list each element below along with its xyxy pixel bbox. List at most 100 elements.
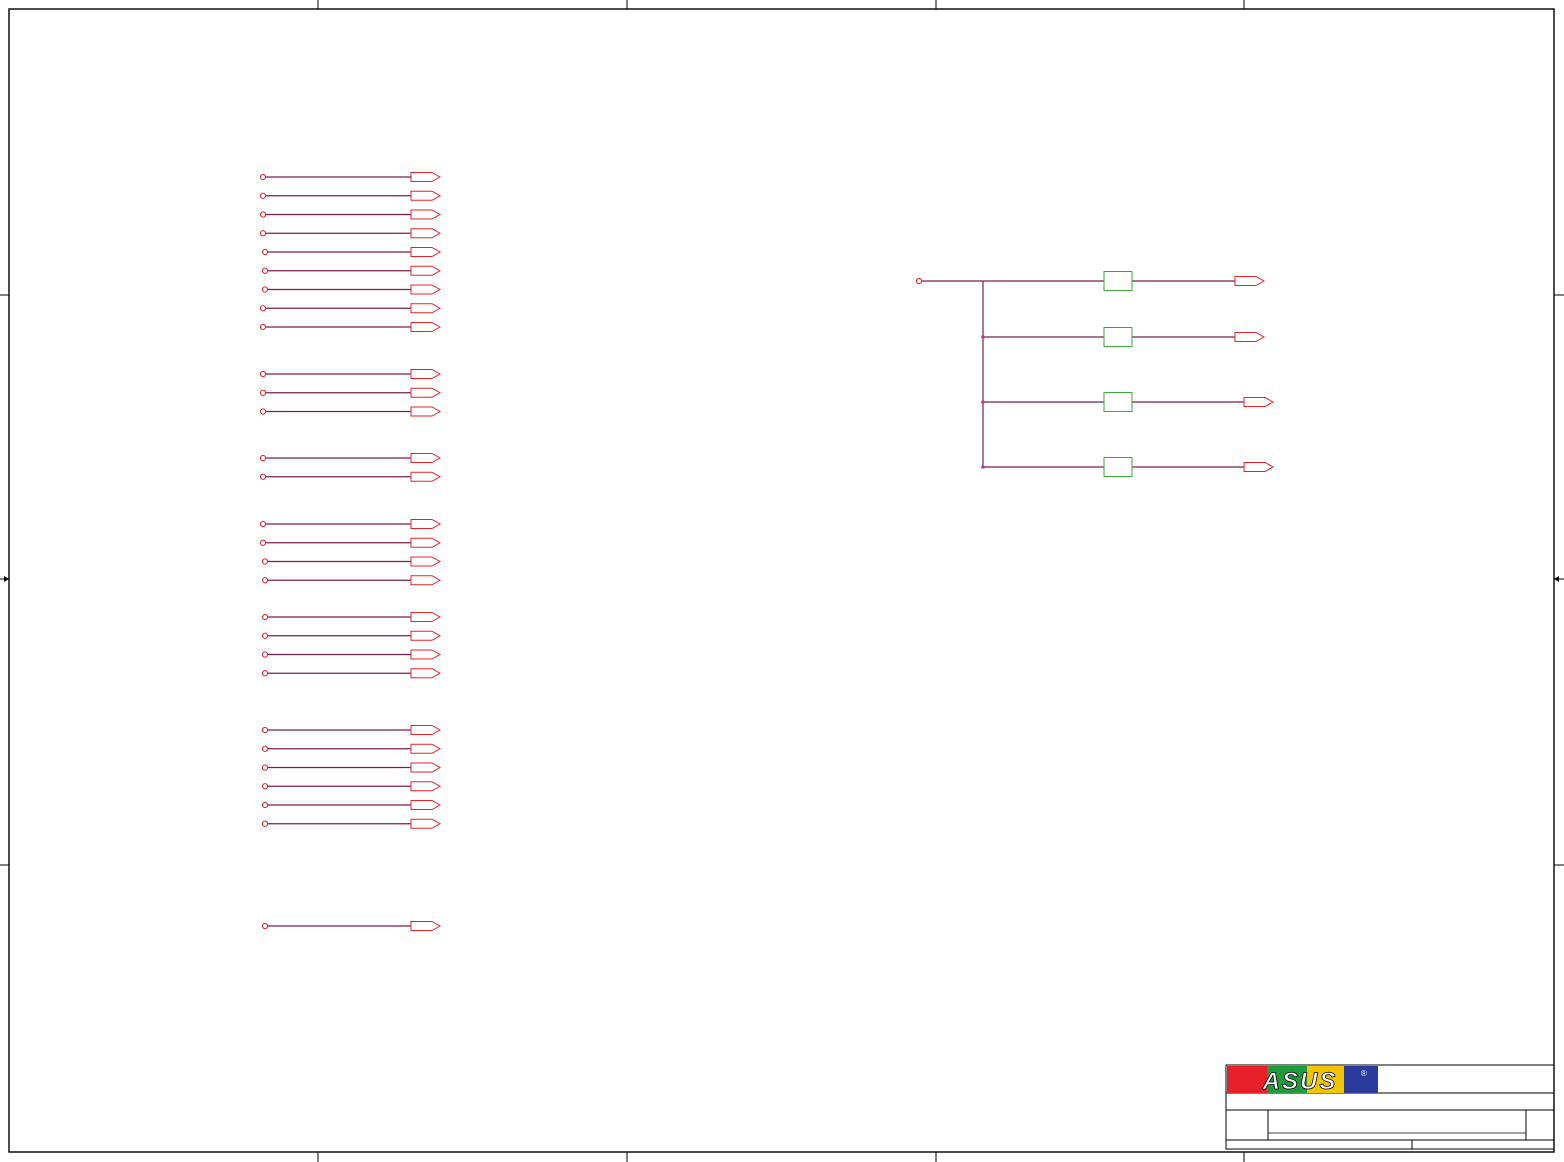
- net-row: [259, 369, 442, 379]
- off-page-port: [410, 537, 442, 548]
- branch: [983, 271, 1266, 291]
- net-pin: [261, 613, 269, 621]
- component-box: [1103, 271, 1133, 291]
- net-row: [259, 519, 442, 529]
- net-row: [259, 471, 442, 482]
- net-row: [259, 303, 442, 314]
- net-pin: [261, 651, 269, 658]
- net-row: [259, 406, 442, 417]
- off-page-port: [410, 303, 442, 314]
- title-block: ASUS ®: [1225, 1064, 1555, 1150]
- net-pin: [261, 922, 269, 930]
- net-row: [261, 247, 442, 257]
- net-row: [261, 284, 442, 295]
- net-row: [261, 743, 442, 754]
- off-page-port: [1234, 276, 1266, 286]
- net-row: [261, 265, 442, 276]
- schematic-sheet: ASUS ®: [0, 0, 1564, 1162]
- net-pin: [259, 520, 267, 528]
- net-row: [259, 537, 442, 548]
- net-pin: [261, 820, 269, 827]
- net-pin: [259, 454, 267, 462]
- net-row: [261, 762, 442, 773]
- component-box: [1103, 457, 1133, 477]
- net-row: [259, 387, 442, 398]
- off-page-port: [410, 725, 442, 735]
- off-page-port: [410, 471, 442, 482]
- left-net-list: [259, 172, 442, 931]
- net-pin: [261, 248, 269, 256]
- net-row: [261, 575, 442, 586]
- logo-text: ASUS: [1262, 1068, 1338, 1095]
- net-pin: [261, 286, 269, 293]
- off-page-port: [410, 190, 442, 201]
- net-row: [261, 921, 442, 931]
- net-pin: [261, 726, 269, 734]
- net-row: [261, 649, 442, 660]
- component-box: [1103, 392, 1133, 412]
- off-page-port: [1243, 462, 1275, 472]
- net-row: [259, 228, 442, 239]
- off-page-port: [410, 556, 442, 567]
- off-page-port: [410, 818, 442, 829]
- off-page-port: [410, 369, 442, 379]
- off-page-port: [410, 172, 442, 182]
- net-pin: [259, 211, 267, 218]
- off-page-port: [1234, 332, 1266, 342]
- junction-dot: [981, 465, 985, 469]
- net-row: [261, 668, 442, 679]
- input-pin: [915, 277, 923, 285]
- net-row: [261, 556, 442, 567]
- off-page-port: [410, 575, 442, 586]
- branch: [981, 392, 1275, 412]
- branch: [981, 457, 1275, 477]
- junction-dot: [981, 335, 985, 339]
- net-pin: [261, 577, 269, 584]
- off-page-port: [410, 762, 442, 773]
- net-pin: [261, 632, 269, 639]
- net-row: [261, 725, 442, 735]
- off-page-port: [1243, 397, 1275, 407]
- off-page-port: [410, 921, 442, 931]
- center-arrow-icons: [4, 576, 1559, 582]
- off-page-port: [410, 612, 442, 622]
- off-page-port: [410, 519, 442, 529]
- net-pin: [259, 539, 267, 546]
- off-page-port: [410, 668, 442, 679]
- logo-registered-mark: ®: [1361, 1069, 1367, 1078]
- net-pin: [261, 558, 269, 565]
- component-box: [1103, 327, 1133, 347]
- net-pin: [259, 192, 267, 199]
- net-pin: [259, 408, 267, 415]
- net-pin: [259, 323, 267, 331]
- net-pin: [259, 473, 267, 480]
- net-pin: [261, 783, 269, 790]
- net-row: [259, 190, 442, 201]
- off-page-port: [410, 387, 442, 398]
- net-pin: [259, 389, 267, 396]
- drawing-frame: [8, 8, 1555, 1153]
- net-pin: [261, 670, 269, 677]
- net-pin: [259, 173, 267, 181]
- net-row: [259, 322, 442, 332]
- net-row: [261, 818, 442, 829]
- branch-list: [981, 271, 1275, 477]
- net-pin: [259, 230, 267, 237]
- off-page-port: [410, 630, 442, 641]
- junction-dot: [981, 400, 985, 404]
- net-row: [261, 612, 442, 622]
- zone-markers: [0, 0, 1564, 1162]
- off-page-port: [410, 453, 442, 463]
- off-page-port: [410, 406, 442, 417]
- net-pin: [261, 267, 269, 274]
- off-page-port: [410, 649, 442, 660]
- off-page-port: [410, 322, 442, 332]
- branch: [981, 327, 1266, 347]
- off-page-port: [410, 265, 442, 276]
- off-page-port: [410, 228, 442, 239]
- net-row: [259, 172, 442, 182]
- right-circuit: [915, 271, 1275, 477]
- net-pin: [261, 801, 269, 809]
- net-pin: [259, 305, 267, 312]
- net-pin: [261, 764, 269, 771]
